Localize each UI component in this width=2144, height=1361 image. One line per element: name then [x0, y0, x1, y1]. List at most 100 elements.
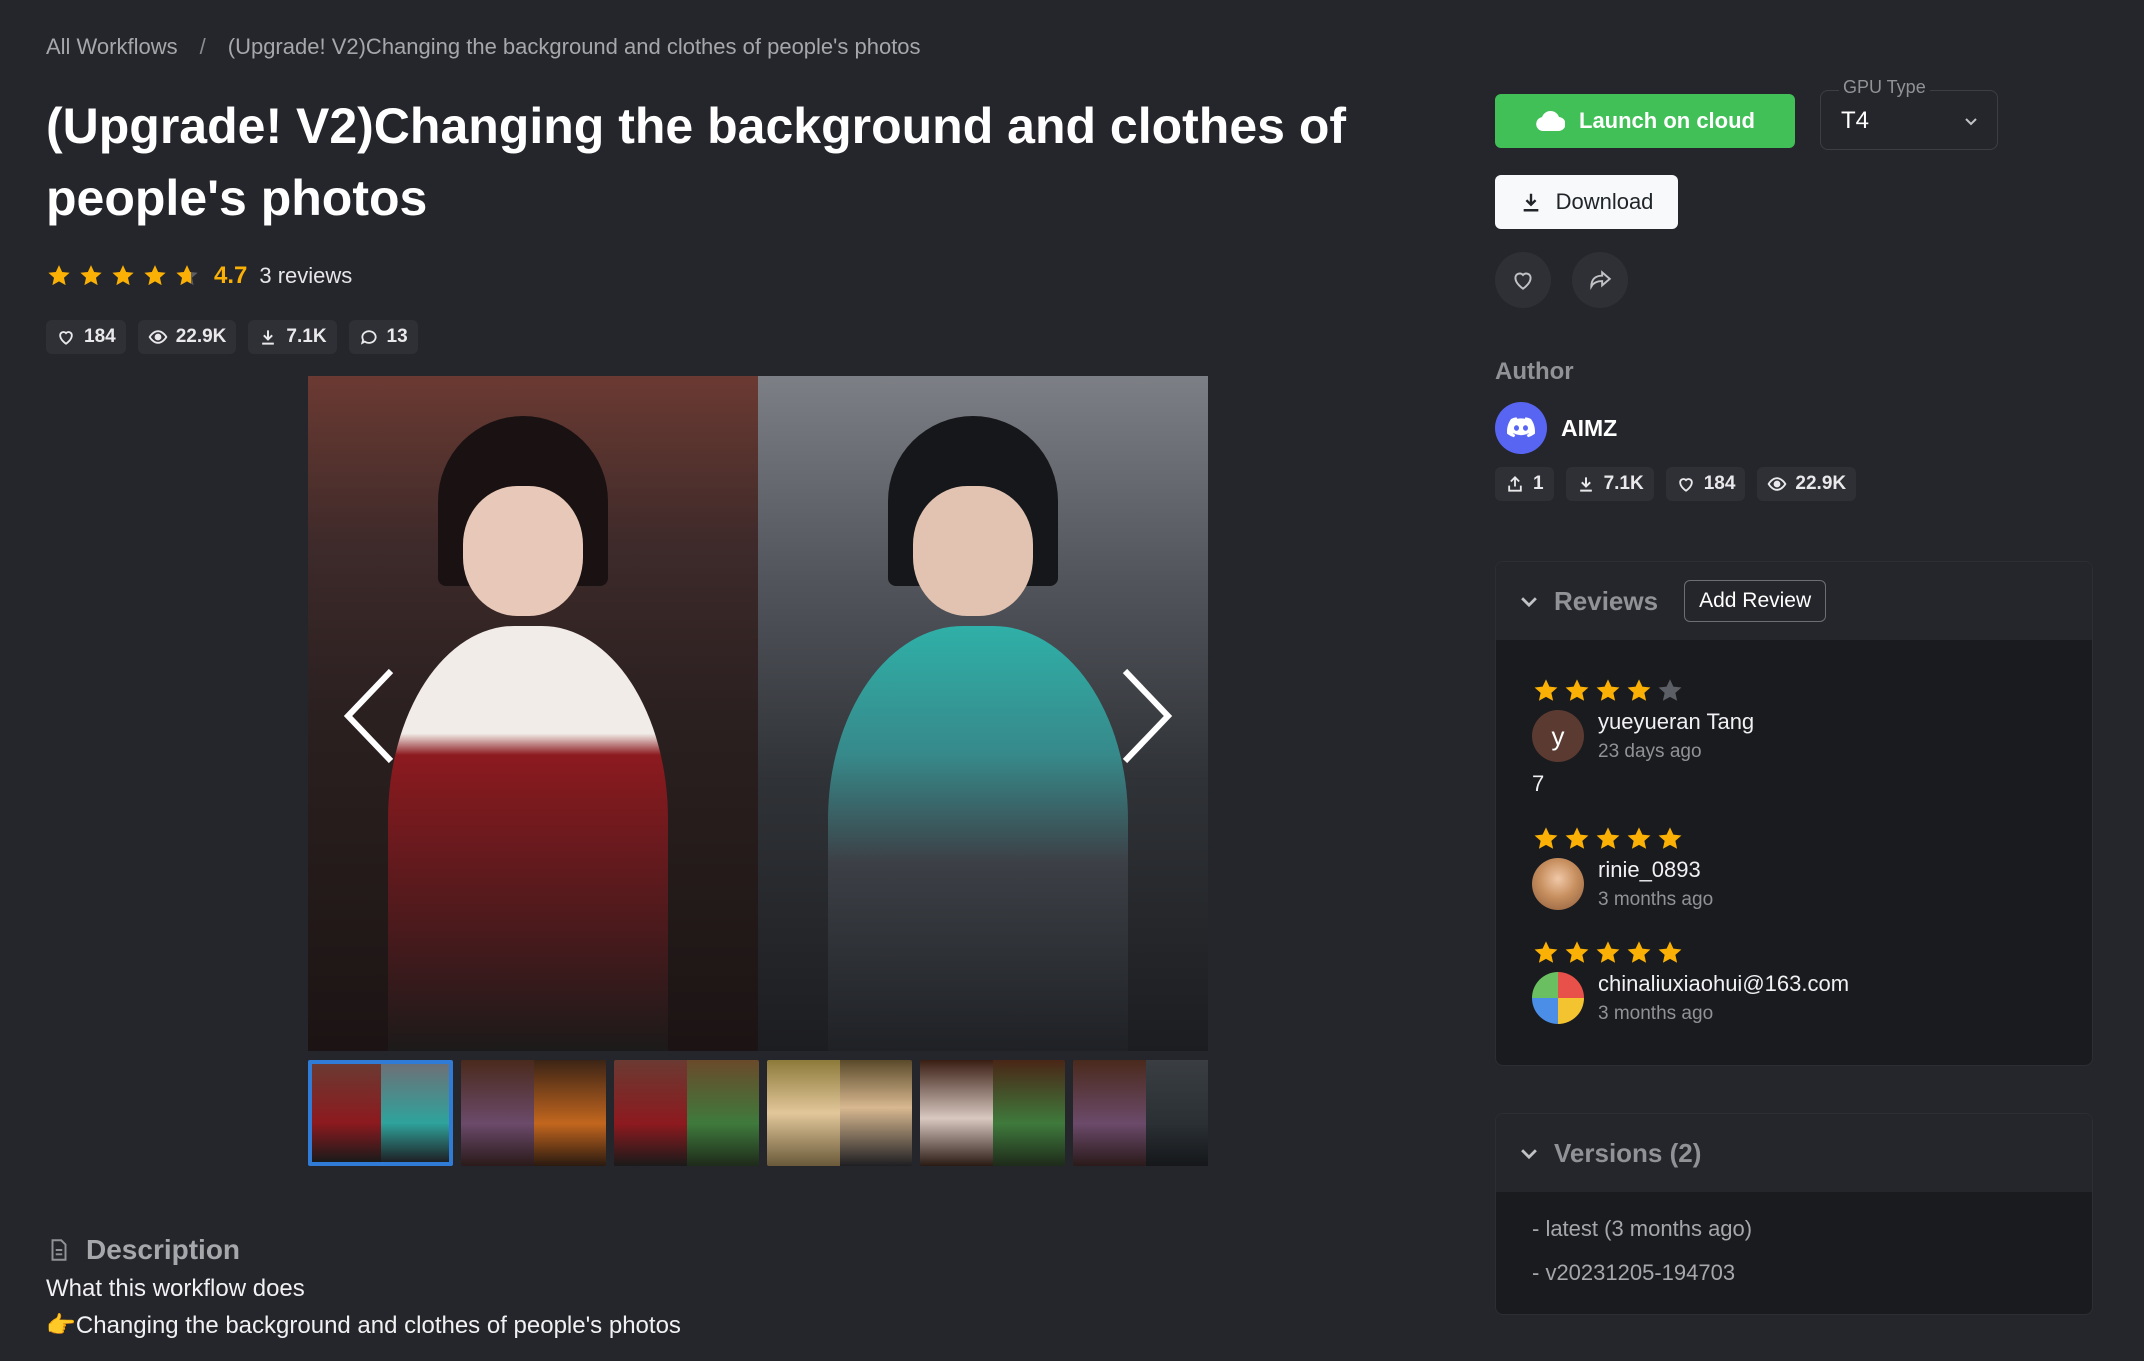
gpu-type-label: GPU Type [1839, 77, 1930, 98]
star-icon [1596, 679, 1620, 701]
views-stat: 22.9K [137, 320, 237, 354]
star-icon [1627, 827, 1651, 849]
carousel-next-button[interactable] [1110, 661, 1180, 771]
star-icon [112, 265, 134, 286]
description-title: Description [86, 1234, 241, 1265]
description-heading: Description [46, 1234, 240, 1266]
download-icon [262, 330, 275, 345]
versions-header[interactable]: Versions (2) [1496, 1114, 2092, 1192]
thumbnail[interactable] [920, 1060, 1065, 1166]
gpu-type-select[interactable]: GPU Type T4 [1820, 77, 1998, 150]
views-stat: 22.9K [1757, 467, 1857, 501]
author-name[interactable]: AIMZ [1561, 415, 1617, 442]
download-icon [1579, 477, 1592, 492]
star-icon [1565, 679, 1589, 701]
author-stats: 1 7.1K 184 22.9K [1495, 467, 1857, 501]
description-text: 👉Changing the background and clothes of … [46, 1312, 681, 1339]
thumbnail[interactable] [308, 1060, 453, 1166]
share-icon [1590, 270, 1612, 291]
heart-icon [1514, 272, 1532, 290]
versions-panel: Versions (2) - latest (3 months ago) - v… [1495, 1113, 2093, 1315]
star-icon [1627, 941, 1651, 963]
reviewer-name[interactable]: yueyueran Tang [1598, 709, 1754, 735]
review-user: rinie_0893 3 months ago [1532, 857, 1713, 911]
review-stars [1532, 825, 1713, 853]
reviewer-name[interactable]: rinie_0893 [1598, 857, 1713, 883]
star-icon [48, 265, 70, 286]
downloads-count: 7.1K [286, 326, 327, 347]
review-stars [1532, 677, 1754, 705]
thumbnail[interactable] [614, 1060, 759, 1166]
launch-label: Launch on cloud [1579, 108, 1755, 133]
like-button[interactable] [1495, 252, 1551, 308]
star-icon [1627, 679, 1651, 701]
star-empty-icon [1658, 679, 1682, 701]
author-info[interactable]: AIMZ [1495, 402, 1617, 454]
rating-value: 4.7 [214, 262, 248, 289]
star-icon [1534, 827, 1558, 849]
star-icon [80, 265, 102, 286]
document-icon [51, 1239, 67, 1261]
star-icon [1565, 941, 1589, 963]
version-item[interactable]: - latest (3 months ago) [1532, 1216, 1752, 1242]
comment-icon [360, 330, 377, 345]
eye-icon [1768, 477, 1787, 491]
downloads-count: 7.1K [1603, 473, 1644, 494]
review-item: y yueyueran Tang 23 days ago 7 [1532, 677, 1754, 797]
reviews-header[interactable]: Reviews Add Review [1496, 562, 2092, 640]
star-icon [1596, 827, 1620, 849]
star-icon [1534, 679, 1558, 701]
thumbnail[interactable] [1073, 1060, 1208, 1166]
star-icon [1534, 941, 1558, 963]
review-date: 3 months ago [1598, 1003, 1714, 1024]
thumbnail[interactable] [767, 1060, 912, 1166]
chevron-left-icon [343, 668, 394, 764]
avatar [1532, 972, 1584, 1024]
chevron-down-icon [1965, 118, 1977, 126]
downloads-stat: 7.1K [1565, 467, 1654, 501]
breadcrumb-current: (Upgrade! V2)Changing the background and… [227, 34, 921, 59]
share-button[interactable] [1572, 252, 1628, 308]
image-carousel[interactable] [308, 376, 1208, 1051]
likes-stat: 184 [46, 320, 126, 354]
uploads-count: 1 [1533, 473, 1544, 494]
star-icon [144, 265, 166, 286]
heart-icon [1678, 478, 1693, 492]
thumbnail[interactable] [461, 1060, 606, 1166]
breadcrumb-separator: / [199, 34, 206, 59]
review-date: 23 days ago [1598, 741, 1702, 762]
reviews-title: Reviews [1554, 585, 1659, 616]
add-review-button[interactable]: Add Review [1684, 580, 1827, 622]
launch-on-cloud-button[interactable]: Launch on cloud [1495, 94, 1795, 148]
review-user: y yueyueran Tang 23 days ago [1532, 709, 1754, 763]
version-item[interactable]: - v20231205-194703 [1532, 1260, 1735, 1286]
workflow-stats: 184 22.9K 7.1K 13 [46, 320, 418, 354]
description-text: What this workflow does [46, 1275, 305, 1302]
likes-count: 184 [1703, 473, 1736, 494]
upload-icon [1508, 476, 1522, 492]
carousel-prev-button[interactable] [336, 661, 406, 771]
avatar: y [1532, 710, 1584, 762]
download-button[interactable]: Download [1495, 175, 1678, 229]
gpu-type-value: T4 [1841, 107, 1870, 134]
breadcrumb-all-workflows-link[interactable]: All Workflows [46, 34, 178, 60]
review-item: rinie_0893 3 months ago [1532, 825, 1713, 911]
star-icon [1658, 827, 1682, 849]
review-item: chinaliuxiaohui@163.com 3 months ago [1532, 939, 1849, 1025]
star-icon [1565, 827, 1589, 849]
eye-icon [148, 330, 168, 344]
chevron-right-icon [1122, 668, 1173, 764]
reviewer-name[interactable]: chinaliuxiaohui@163.com [1598, 971, 1849, 997]
page-title: (Upgrade! V2)Changing the background and… [46, 98, 1347, 226]
star-half-icon [176, 265, 198, 286]
thumbnail-strip [308, 1060, 1208, 1172]
cloud-icon [1536, 111, 1565, 132]
author-label: Author [1495, 358, 1574, 385]
review-user: chinaliuxiaohui@163.com 3 months ago [1532, 971, 1849, 1025]
likes-count: 184 [84, 326, 116, 347]
review-stars [1532, 939, 1849, 967]
reviews-count-link[interactable]: 3 reviews [259, 263, 352, 289]
review-text: 7 [1532, 771, 1545, 796]
heart-icon [59, 331, 73, 345]
star-icon [1596, 941, 1620, 963]
